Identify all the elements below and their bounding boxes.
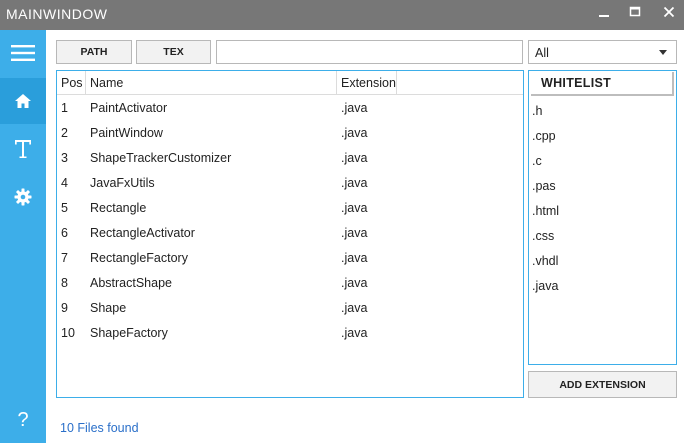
title-bar: MAINWINDOW — [0, 0, 684, 30]
row-name: Shape — [90, 301, 127, 315]
row-name: ShapeTrackerCustomizer — [90, 151, 232, 165]
row-extension: .java — [341, 126, 368, 140]
sidebar-item-menu[interactable] — [0, 30, 46, 76]
tex-button[interactable]: TEX — [136, 40, 211, 64]
table-row[interactable]: 6 RectangleActivator .java — [57, 221, 523, 246]
row-extension: .java — [341, 326, 368, 340]
row-extension: .java — [341, 251, 368, 265]
list-item[interactable]: .java — [532, 274, 672, 299]
row-name: JavaFxUtils — [90, 176, 155, 190]
path-button[interactable]: PATH — [56, 40, 132, 64]
row-extension: .java — [341, 301, 368, 315]
row-pos: 10 — [61, 326, 75, 340]
sidebar-item-text[interactable] — [0, 126, 46, 172]
row-extension: .java — [341, 276, 368, 290]
list-item[interactable]: .c — [532, 149, 672, 174]
sidebar-item-home[interactable] — [0, 78, 46, 124]
row-pos: 3 — [61, 151, 68, 165]
row-pos: 4 — [61, 176, 68, 190]
sidebar: ? — [0, 30, 46, 443]
row-name: AbstractShape — [90, 276, 172, 290]
home-icon — [15, 94, 31, 108]
file-table: Pos Name Extension 1 PaintActivator .jav… — [56, 70, 524, 398]
path-input[interactable] — [216, 40, 523, 64]
whitelist-panel: WHITELIST .h .cpp .c .pas .html .css .vh… — [528, 70, 677, 365]
row-extension: .java — [341, 101, 368, 115]
row-pos: 2 — [61, 126, 68, 140]
row-name: RectangleActivator — [90, 226, 195, 240]
table-row[interactable]: 5 Rectangle .java — [57, 196, 523, 221]
table-row[interactable]: 1 PaintActivator .java — [57, 96, 523, 121]
row-extension: .java — [341, 151, 368, 165]
filter-selected-value: All — [535, 46, 549, 60]
list-item[interactable]: .vhdl — [532, 249, 672, 274]
row-name: RectangleFactory — [90, 251, 188, 265]
row-name: PaintWindow — [90, 126, 163, 140]
chevron-down-icon — [659, 50, 667, 55]
table-header: Pos Name Extension — [57, 71, 523, 95]
row-name: Rectangle — [90, 201, 147, 215]
extension-filter-select[interactable]: All — [528, 40, 677, 64]
row-pos: 1 — [61, 101, 68, 115]
sidebar-item-help[interactable]: ? — [0, 397, 46, 443]
status-text: 10 Files found — [60, 421, 139, 435]
window-title: MAINWINDOW — [6, 6, 108, 22]
list-item[interactable]: .html — [532, 199, 672, 224]
hamburger-menu-icon — [11, 45, 35, 61]
table-row[interactable]: 2 PaintWindow .java — [57, 121, 523, 146]
table-row[interactable]: 9 Shape .java — [57, 296, 523, 321]
row-name: ShapeFactory — [90, 326, 168, 340]
help-question-icon: ? — [17, 408, 29, 431]
column-header-extension[interactable]: Extension — [337, 71, 397, 95]
list-item[interactable]: .css — [532, 224, 672, 249]
row-pos: 7 — [61, 251, 68, 265]
minimize-icon[interactable] — [594, 4, 614, 24]
table-row[interactable]: 10 ShapeFactory .java — [57, 321, 523, 346]
table-row[interactable]: 4 JavaFxUtils .java — [57, 171, 523, 196]
row-extension: .java — [341, 226, 368, 240]
gear-icon — [14, 188, 32, 206]
list-item[interactable]: .h — [532, 99, 672, 124]
sidebar-item-settings[interactable] — [0, 174, 46, 220]
row-pos: 8 — [61, 276, 68, 290]
list-item[interactable]: .pas — [532, 174, 672, 199]
row-pos: 9 — [61, 301, 68, 315]
column-header-name[interactable]: Name — [86, 71, 337, 95]
list-item[interactable]: .cpp — [532, 124, 672, 149]
close-icon[interactable] — [659, 4, 679, 24]
table-row[interactable]: 3 ShapeTrackerCustomizer .java — [57, 146, 523, 171]
row-name: PaintActivator — [90, 101, 168, 115]
text-t-icon — [15, 140, 31, 158]
add-extension-button[interactable]: ADD EXTENSION — [528, 371, 677, 398]
table-row[interactable]: 7 RectangleFactory .java — [57, 246, 523, 271]
maximize-icon[interactable] — [625, 4, 645, 24]
row-pos: 5 — [61, 201, 68, 215]
table-row[interactable]: 8 AbstractShape .java — [57, 271, 523, 296]
row-extension: .java — [341, 176, 368, 190]
column-header-pos[interactable]: Pos — [57, 71, 86, 95]
whitelist-header[interactable]: WHITELIST — [531, 72, 674, 96]
row-extension: .java — [341, 201, 368, 215]
row-pos: 6 — [61, 226, 68, 240]
